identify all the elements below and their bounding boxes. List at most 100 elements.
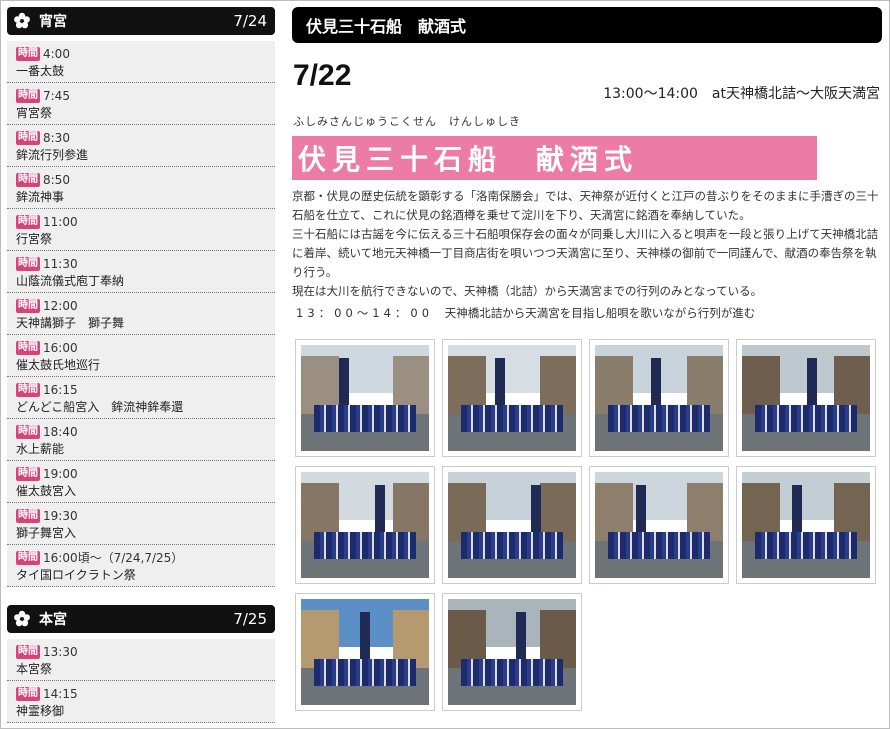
schedule-time: 12:00: [43, 299, 78, 313]
schedule-time-row: 時間 19:30: [16, 508, 267, 524]
schedule-time-row: 時間 13:30: [16, 644, 267, 660]
schedule-time: 19:00: [43, 467, 78, 481]
route-text: 天神橋北詰から天満宮を目指し船唄を歌いながら行列が進む: [444, 306, 756, 320]
day-title: 宵宮: [39, 14, 67, 30]
gallery-thumbnail[interactable]: [442, 339, 582, 457]
time-badge: 時間: [16, 509, 40, 523]
event-description: 京都・伏見の歴史伝統を顕彰する「洛南保勝会」では、天神祭が近付くと江戸の昔ぶりを…: [292, 187, 882, 301]
schedule-event: 水上薪能: [16, 442, 65, 456]
date-row: 7/22 13:00～14:00 at天神橋北詰～大阪天満宮: [292, 59, 882, 109]
time-badge: 時間: [16, 257, 40, 271]
schedule-item: 時間 19:30 獅子舞宮入: [7, 503, 275, 545]
time-badge: 時間: [16, 131, 40, 145]
description-paragraph: 三十石船には古謡を今に伝える三十石船唄保存会の面々が同乗し大川に入ると唄声を一段…: [292, 227, 879, 279]
schedule-event: 宵宮祭: [16, 106, 53, 120]
schedule-item: 時間 18:40 水上薪能: [7, 419, 275, 461]
schedule-time-row: 時間 12:00: [16, 298, 267, 314]
schedule-event: 山蔭流儀式庖丁奉納: [16, 274, 125, 288]
time-badge: 時間: [16, 173, 40, 187]
schedule-event: 行宮祭: [16, 232, 53, 246]
schedule-event: 獅子舞宮入: [16, 526, 77, 540]
schedule-time: 14:15: [43, 687, 78, 701]
schedule-time-row: 時間 11:00: [16, 214, 267, 230]
schedule-item: 時間 16:00頃～（7/24,7/25） タイ国ロイクラトン祭: [7, 545, 275, 587]
gallery-thumbnail[interactable]: [295, 593, 435, 711]
gallery-thumbnail[interactable]: [442, 466, 582, 584]
description-paragraph: 現在は大川を航行できないので、天神橋（北詰）から天満宮までの行列のみとなっている…: [292, 284, 763, 298]
route-time: 13：00～14：00: [296, 306, 434, 320]
procession-photo: [301, 345, 429, 451]
procession-photo: [301, 472, 429, 578]
schedule-time-row: 時間 14:15: [16, 686, 267, 702]
schedule-item: 時間 8:30 鉾流行列参進: [7, 125, 275, 167]
schedule-time: 8:50: [43, 173, 70, 187]
description-paragraph: 京都・伏見の歴史伝統を顕彰する「洛南保勝会」では、天神祭が近付くと江戸の昔ぶりを…: [292, 189, 879, 222]
day-date: 7/24: [233, 12, 267, 30]
schedule-sidebar: 宵宮 7/24 時間 4:00 一番太鼓 時間 7:45 宵宮祭 時間 8:30 鉾流行列参進時…: [7, 7, 275, 723]
schedule-item: 時間 16:00 催太鼓氏地巡行: [7, 335, 275, 377]
procession-photo: [742, 345, 870, 451]
schedule-item: 時間 11:00 行宮祭: [7, 209, 275, 251]
procession-photo: [595, 472, 723, 578]
event-title-bar: 伏見三十石船 献酒式: [292, 7, 882, 43]
schedule-event: どんどこ船宮入 鉾流神鉾奉還: [16, 400, 184, 414]
schedule-time-row: 時間 7:45: [16, 88, 267, 104]
time-badge: 時間: [16, 687, 40, 701]
gallery-thumbnail[interactable]: [589, 466, 729, 584]
schedule-list-day2: 時間 13:30 本宮祭 時間 14:15 神霊移御: [7, 639, 275, 723]
schedule-time: 18:40: [43, 425, 78, 439]
flower-icon: [14, 610, 30, 627]
schedule-time-row: 時間 16:15: [16, 382, 267, 398]
time-badge: 時間: [16, 341, 40, 355]
schedule-event: タイ国ロイクラトン祭: [16, 568, 136, 582]
schedule-event: 天神講獅子 獅子舞: [16, 316, 125, 330]
gallery-thumbnail[interactable]: [442, 593, 582, 711]
day-header-yoimiya: 宵宮 7/24: [7, 7, 275, 35]
gallery-thumbnail[interactable]: [295, 339, 435, 457]
schedule-time-row: 時間 16:00: [16, 340, 267, 356]
schedule-time: 11:30: [43, 257, 78, 271]
time-badge: 時間: [16, 425, 40, 439]
schedule-item: 時間 14:15 神霊移御: [7, 681, 275, 723]
schedule-event: 一番太鼓: [16, 64, 65, 78]
photo-gallery: [295, 339, 882, 711]
schedule-item: 時間 8:50 鉾流神事: [7, 167, 275, 209]
time-badge: 時間: [16, 383, 40, 397]
schedule-time-row: 時間 16:00頃～（7/24,7/25）: [16, 550, 267, 566]
gallery-thumbnail[interactable]: [736, 339, 876, 457]
schedule-item: 時間 16:15 どんどこ船宮入 鉾流神鉾奉還: [7, 377, 275, 419]
schedule-item: 時間 12:00 天神講獅子 獅子舞: [7, 293, 275, 335]
event-title: 伏見三十石船 献酒式: [306, 17, 467, 36]
schedule-time: 16:00: [43, 341, 78, 355]
schedule-time: 7:45: [43, 89, 70, 103]
procession-photo: [448, 345, 576, 451]
schedule-time-row: 時間 19:00: [16, 466, 267, 482]
schedule-time-row: 時間 11:30: [16, 256, 267, 272]
gallery-thumbnail[interactable]: [589, 339, 729, 457]
schedule-time: 16:15: [43, 383, 78, 397]
gallery-thumbnail[interactable]: [736, 466, 876, 584]
time-badge: 時間: [16, 215, 40, 229]
event-detail: 伏見三十石船 献酒式 7/22 13:00～14:00 at天神橋北詰～大阪天満…: [292, 7, 882, 711]
schedule-time-row: 時間 8:50: [16, 172, 267, 188]
time-badge: 時間: [16, 299, 40, 313]
day-title: 本宮: [39, 612, 67, 628]
flower-icon: [14, 12, 30, 29]
schedule-time-row: 時間 18:40: [16, 424, 267, 440]
schedule-time: 8:30: [43, 131, 70, 145]
event-time-place: 13:00～14:00 at天神橋北詰～大阪天満宮: [603, 86, 880, 102]
time-badge: 時間: [16, 645, 40, 659]
event-reading: ふしみさんじゅうこくせん けんしゅしき: [293, 115, 521, 128]
time-badge: 時間: [16, 467, 40, 481]
event-banner: 伏見三十石船 献酒式: [292, 136, 817, 180]
schedule-event: 神霊移御: [16, 704, 65, 718]
day-date: 7/25: [233, 610, 267, 628]
schedule-event: 催太鼓氏地巡行: [16, 358, 101, 372]
schedule-time: 13:30: [43, 645, 78, 659]
schedule-item: 時間 19:00 催太鼓宮入: [7, 461, 275, 503]
gallery-thumbnail[interactable]: [295, 466, 435, 584]
procession-photo: [301, 599, 429, 705]
schedule-time: 16:00頃～（7/24,7/25）: [43, 551, 184, 565]
event-date: 7/22: [293, 59, 352, 92]
schedule-event: 鉾流神事: [16, 190, 65, 204]
